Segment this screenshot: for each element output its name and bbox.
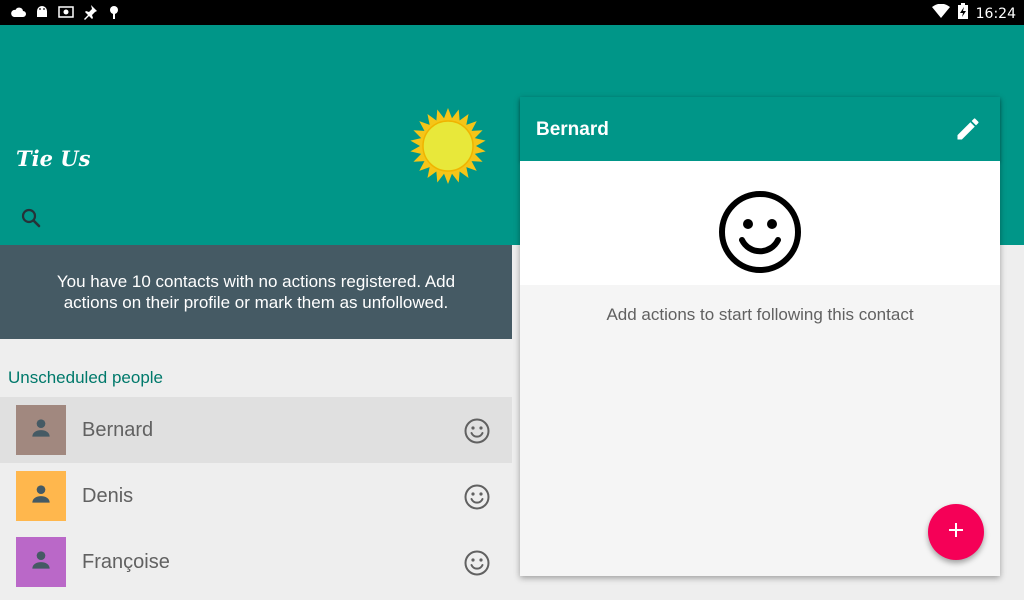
battery-charging-icon <box>957 3 968 24</box>
sun-disc <box>422 120 474 172</box>
photo-icon <box>58 4 74 20</box>
card-header: Bernard <box>520 97 1000 161</box>
contact-name: Bernard <box>82 419 154 441</box>
notification-icons <box>10 4 122 20</box>
contact-row-francoise[interactable]: Françoise <box>0 529 512 595</box>
pin-icon <box>82 4 98 20</box>
sun-icon <box>408 106 488 186</box>
debug-icon <box>106 4 122 20</box>
person-icon <box>28 481 54 512</box>
smiley-icon <box>715 187 805 277</box>
system-icons: 16:24 <box>931 3 1016 24</box>
banner-text: You have 10 contacts with no actions reg… <box>56 272 456 312</box>
cloud-icon <box>10 4 26 20</box>
smiley-icon[interactable] <box>462 482 492 512</box>
edit-button[interactable] <box>954 115 982 143</box>
search-icon <box>16 208 46 237</box>
smiley-icon[interactable] <box>462 548 492 578</box>
pencil-icon <box>954 118 982 147</box>
no-actions-banner: You have 10 contacts with no actions reg… <box>0 245 512 339</box>
person-icon <box>28 547 54 578</box>
wifi-icon <box>931 3 950 23</box>
contact-list: Bernard Denis Françoise <box>0 397 512 595</box>
android-icon <box>34 4 50 20</box>
app-title: Tie Us <box>16 146 91 171</box>
section-header: Unscheduled people <box>8 368 164 387</box>
contact-row-bernard[interactable]: Bernard <box>0 397 512 463</box>
card-title: Bernard <box>536 119 609 140</box>
plus-icon <box>947 521 965 544</box>
contact-row-denis[interactable]: Denis <box>0 463 512 529</box>
contact-detail-card: Bernard Add actions to start following t… <box>520 97 1000 576</box>
contact-name: Françoise <box>82 551 170 573</box>
contact-face-area <box>520 161 1000 285</box>
clock: 16:24 <box>975 5 1016 22</box>
person-icon <box>28 415 54 446</box>
avatar <box>16 537 66 587</box>
search-button[interactable] <box>16 203 46 233</box>
add-action-button[interactable] <box>928 504 984 560</box>
status-bar: 16:24 <box>0 0 1024 25</box>
contact-name: Denis <box>82 485 134 507</box>
smiley-icon[interactable] <box>462 416 492 446</box>
avatar <box>16 405 66 455</box>
card-hint: Add actions to start following this cont… <box>606 305 914 324</box>
avatar <box>16 471 66 521</box>
